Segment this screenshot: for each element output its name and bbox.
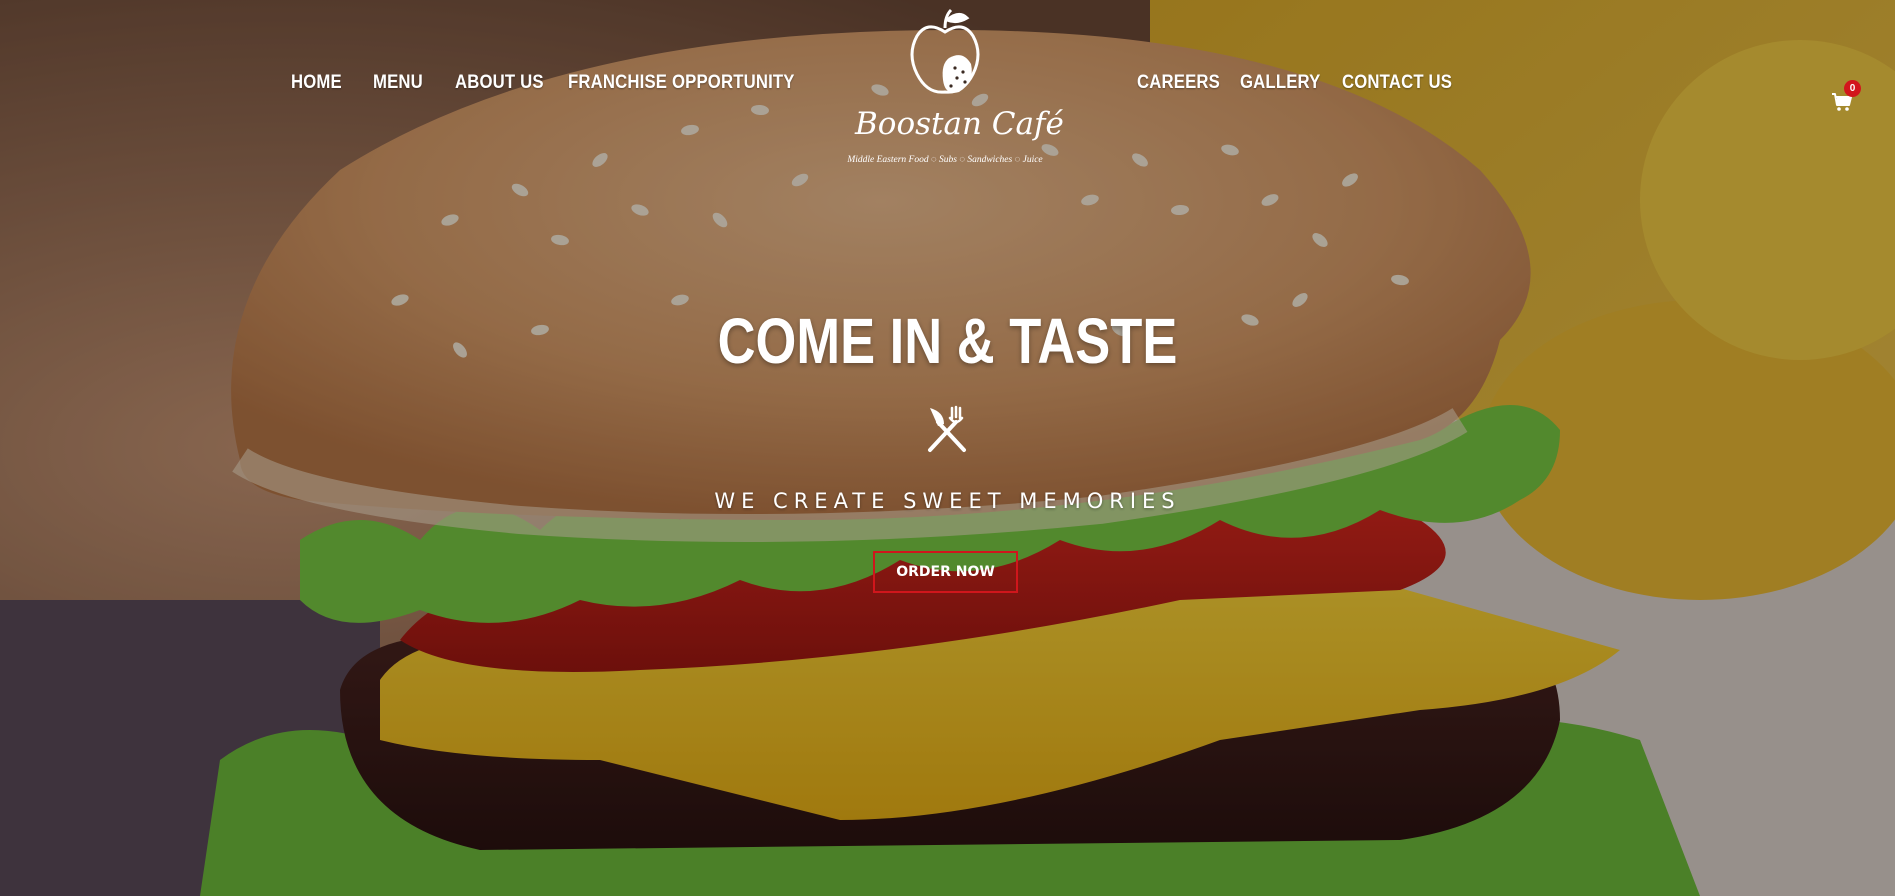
nav-gallery[interactable]: GALLERY [1240, 72, 1321, 94]
nav-menu[interactable]: MENU [373, 72, 423, 94]
order-now-button[interactable]: ORDER NOW [873, 551, 1018, 593]
hero-section: HOME MENU ABOUT US FRANCHISE OPPORTUNITY… [0, 0, 1895, 896]
nav-franchise-opportunity[interactable]: FRANCHISE OPPORTUNITY [568, 72, 795, 94]
fork-knife-crossed-icon [928, 405, 966, 452]
apple-logo-icon [910, 8, 980, 94]
nav-about-us[interactable]: ABOUT US [455, 72, 544, 94]
nav-home[interactable]: HOME [291, 72, 342, 94]
hero-tagline: WE CREATE SWEET MEMORIES [714, 489, 1181, 513]
logo-wordmark: Boostan Café [855, 106, 1064, 142]
nav-careers[interactable]: CAREERS [1137, 72, 1220, 94]
logo-tagline: Middle Eastern Food ◌ Subs ◌ Sandwiches … [847, 155, 1043, 165]
site-logo[interactable]: Boostan Café Middle Eastern Food ◌ Subs … [847, 6, 1064, 166]
nav-contact-us[interactable]: CONTACT US [1342, 72, 1452, 94]
hero-headline: COME IN & TASTE [717, 305, 1178, 377]
cart-count-badge: 0 [1844, 80, 1861, 97]
